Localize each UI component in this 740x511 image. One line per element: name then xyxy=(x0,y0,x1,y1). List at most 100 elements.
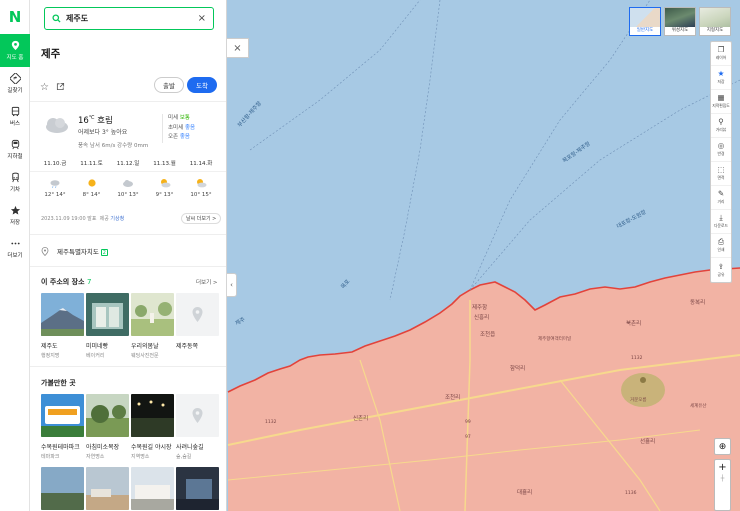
rail-item-label: 버스 xyxy=(9,121,21,127)
clear-search-icon[interactable]: × xyxy=(198,13,206,24)
rail-item-bus[interactable]: 버스 xyxy=(0,100,30,133)
address-row[interactable]: 제주특별자치도 2 xyxy=(41,246,108,256)
map-pin-icon xyxy=(10,40,21,51)
weekly-forecast: 11.10.금 12° 14° 11.11.토 8° 14° 11.12.일 1… xyxy=(38,159,218,198)
street-view-button[interactable]: ⚲ 거리뷰 xyxy=(711,114,731,138)
visit-card[interactable]: 사려니숲길 숲,숲길 xyxy=(176,394,219,460)
map-type-switcher: 일반지도 위성지도 지형지도 xyxy=(629,7,731,36)
crosshair-icon: ⊕ xyxy=(718,441,727,452)
star-save-icon xyxy=(10,205,21,216)
air-row: 오존 좋음 xyxy=(168,134,190,140)
rail-item-label: 지하철 xyxy=(7,154,23,160)
subway-icon xyxy=(10,139,21,150)
rain-cloud-icon xyxy=(50,180,60,188)
area-button[interactable]: ⬚ 면적 xyxy=(711,162,731,186)
close-panel-button[interactable]: × xyxy=(227,38,249,58)
divider xyxy=(30,101,226,102)
rail-item-label: 길찾기 xyxy=(7,88,23,94)
bookmark-star-icon[interactable]: ☆ xyxy=(40,82,49,93)
place-placeholder xyxy=(176,293,219,336)
visit-placeholder xyxy=(176,394,219,437)
visit-card[interactable] xyxy=(176,467,219,510)
rail-item-train[interactable]: 기차 xyxy=(0,166,30,199)
forecast-day: 11.13.월 9° 13° xyxy=(153,161,176,198)
share-icon: ⇪ xyxy=(717,261,725,271)
place-photo xyxy=(86,293,129,336)
map-type-satellite[interactable]: 위성지도 xyxy=(664,7,696,36)
map-label-town: 조천리 xyxy=(445,395,461,401)
visit-list: 수목원테마파크 테마파크 아침미소목장 자연명소 수목원길 야시장 지역명소 사… xyxy=(41,394,219,460)
map-label-poi: 제주항여객터미널 xyxy=(538,337,572,342)
street-view-icon: ⚲ xyxy=(718,117,724,126)
forecast-day: 11.12.일 10° 13° xyxy=(116,161,140,198)
layers-button[interactable]: ❐ 레이어 xyxy=(711,42,731,66)
print-button[interactable]: ⎙ 인쇄 xyxy=(711,234,731,258)
rail-item-saved[interactable]: 저장 xyxy=(0,199,30,232)
map-label-town: 대흘리 xyxy=(517,490,533,496)
naver-logo[interactable]: N xyxy=(0,0,30,34)
weather-source: 2023.11.09 19:00 발표 제공 기상청 xyxy=(41,216,125,222)
rail-item-subway[interactable]: 지하철 xyxy=(0,133,30,166)
saved-button[interactable]: ★ 저장 xyxy=(711,66,731,90)
zoom-slider[interactable]: ┼ xyxy=(721,475,725,482)
depart-button[interactable]: 출발 xyxy=(154,77,184,93)
arrive-button[interactable]: 도착 xyxy=(187,77,217,93)
place-card[interactable]: 제주동쪽 xyxy=(176,293,219,359)
current-location-button[interactable]: ⊕ xyxy=(714,438,731,455)
map-thumbnail xyxy=(630,8,660,27)
map-type-terrain[interactable]: 지형지도 xyxy=(699,7,731,36)
map-tools: ❐ 레이어 ★ 저장 ▦ 지적편집도 ⚲ 거리뷰 ◎ 반경 ⬚ 면적 ✎ 거리 ⤓ 다운로드 ⎙… xyxy=(710,41,732,283)
visit-card[interactable]: 아침미소목장 자연명소 xyxy=(86,394,129,460)
forecast-day: 11.10.금 12° 14° xyxy=(43,161,67,198)
place-photo xyxy=(41,293,84,336)
star-icon: ★ xyxy=(717,69,725,78)
area-icon: ⬚ xyxy=(717,165,725,174)
cloud-icon xyxy=(46,118,68,133)
zoom-in-button[interactable]: + xyxy=(718,460,726,475)
divider xyxy=(30,234,226,235)
cloud-icon xyxy=(123,180,133,187)
rail-item-map-home[interactable]: 지도 홈 xyxy=(0,34,30,67)
cadastral-button[interactable]: ▦ 지적편집도 xyxy=(711,90,731,114)
rail-item-directions[interactable]: 길찾기 xyxy=(0,67,30,100)
rail-item-label: 지도 홈 xyxy=(6,55,24,61)
radius-button[interactable]: ◎ 반경 xyxy=(711,138,731,162)
rail-item-more[interactable]: 더보기 xyxy=(0,232,30,265)
map-label-town: 제주항 xyxy=(472,305,488,311)
layers-icon: ❐ xyxy=(717,45,725,54)
divider xyxy=(30,366,226,367)
current-temperature: 16℃ 흐림 xyxy=(78,115,113,126)
directions-icon xyxy=(9,73,21,84)
road-number: 1132 xyxy=(265,420,277,425)
weather-more-button[interactable]: 날씨 더보기 > xyxy=(181,213,222,224)
download-button[interactable]: ⤓ 다운로드 xyxy=(711,210,731,234)
search-icon xyxy=(52,14,61,23)
collapse-panel-button[interactable]: ‹ xyxy=(227,273,237,297)
map-label-poi: 거문오름 xyxy=(630,398,647,403)
ruler-icon: ✎ xyxy=(717,189,725,198)
map-thumbnail xyxy=(700,8,730,27)
more-photos-row xyxy=(41,467,219,510)
search-result-panel: × 제주 ☆ 출발 도착 16℃ 흐림 어제보다 3° 높아요 풍속 남서 6m… xyxy=(30,0,227,511)
sun-cloud-icon xyxy=(160,179,170,188)
bus-icon xyxy=(10,106,21,117)
sun-cloud-icon xyxy=(197,179,207,188)
forecast-day: 11.14.화 10° 15° xyxy=(189,161,213,198)
map-type-normal[interactable]: 일반지도 xyxy=(629,7,661,36)
search-input[interactable] xyxy=(66,14,193,23)
visit-card[interactable]: 수목원길 야시장 지역명소 xyxy=(131,394,174,460)
road-number: 99 xyxy=(465,420,471,425)
places-more-link[interactable]: 더보기 > xyxy=(196,278,218,286)
place-card[interactable]: 우리의봄날 웨딩사진전문 xyxy=(131,293,174,359)
distance-button[interactable]: ✎ 거리 xyxy=(711,186,731,210)
place-card[interactable]: 미미네빵 베이커리 xyxy=(86,293,129,359)
share-icon[interactable] xyxy=(56,82,65,91)
visit-card[interactable] xyxy=(41,467,84,510)
rail-item-label: 저장 xyxy=(9,220,21,226)
visit-card[interactable] xyxy=(86,467,129,510)
share-map-button[interactable]: ⇪ 공유 xyxy=(711,258,731,282)
place-card[interactable]: 제주도 행정지명 xyxy=(41,293,84,359)
address-badge: 2 xyxy=(100,249,108,256)
visit-card[interactable]: 수목원테마파크 테마파크 xyxy=(41,394,84,460)
visit-card[interactable] xyxy=(131,467,174,510)
